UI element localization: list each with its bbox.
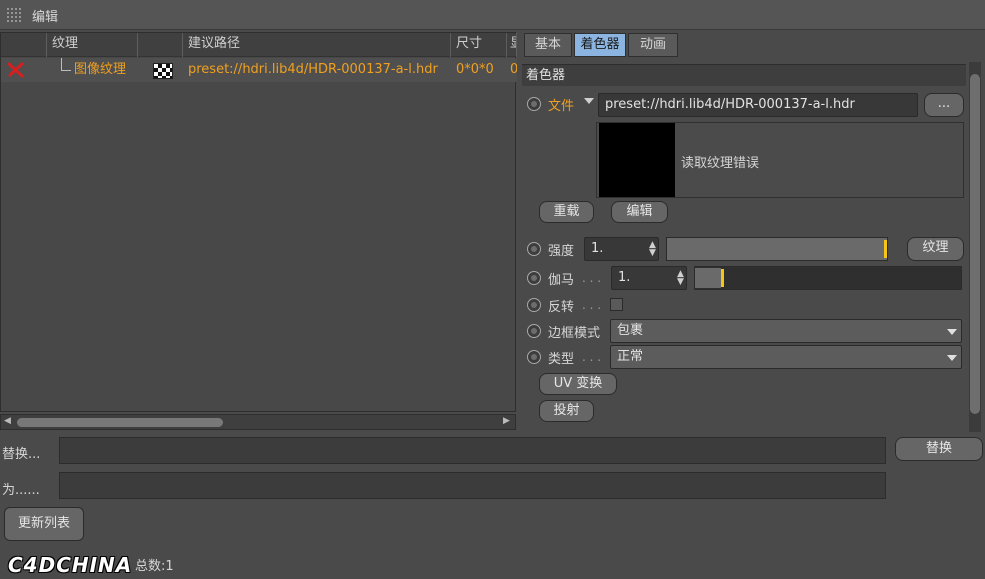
stepper-icon[interactable]: ▲ ▼ [677,270,684,287]
drag-grip-icon[interactable] [6,7,22,22]
texture-button[interactable]: 纹理 [907,237,964,261]
type-value: 正常 [617,349,644,364]
label-dots: . . . [582,298,602,312]
with-input[interactable] [59,472,886,499]
header-texture[interactable]: 纹理 [47,33,138,57]
projection-button[interactable]: 投射 [539,400,594,422]
header-extra[interactable]: 显 [507,33,517,57]
with-label: 为...... [2,483,40,498]
scroll-thumb[interactable] [17,418,223,427]
error-x-icon [7,62,24,78]
chevron-down-icon [947,329,957,335]
header-size[interactable]: 尺寸 [451,33,507,57]
texture-extra: 0 [510,62,517,77]
border-mode-value: 包裹 [617,323,644,338]
replace-input[interactable] [59,437,886,464]
refresh-list-button[interactable]: 更新列表 [4,507,84,541]
stepper-icon[interactable]: ▲ ▼ [649,241,656,258]
table-row[interactable]: 图像纹理 preset://hdri.lib4d/HDR-000137-a-l.… [1,58,517,82]
edit-button[interactable]: 编辑 [611,201,668,223]
preview-error-text: 读取纹理错误 [681,156,760,171]
file-label: 文件 [548,99,575,114]
invert-label: 反转 [548,300,575,315]
window-title: 编辑 [32,10,59,25]
file-dropdown-icon[interactable] [584,98,594,104]
gamma-input[interactable]: 1. [611,266,687,290]
animate-radio[interactable] [527,350,541,364]
uv-transform-button[interactable]: UV 变换 [539,373,617,395]
header-preview[interactable] [138,33,183,57]
animate-radio[interactable] [527,298,541,312]
slider-marker[interactable] [884,240,887,258]
replace-button[interactable]: 替换 [895,437,983,461]
texture-path: preset://hdri.lib4d/HDR-000137-a-l.hdr [188,62,438,77]
intensity-input[interactable]: 1. [584,237,659,261]
label-dots: . . . [582,271,602,285]
browse-button[interactable]: ... [924,93,964,117]
slider-fill [695,268,721,288]
tab-basic[interactable]: 基本 [524,33,572,57]
animate-radio[interactable] [527,271,541,285]
scroll-thumb[interactable] [970,74,980,414]
title-bar: 编辑 [0,0,985,30]
type-label: 类型 [548,352,575,367]
header-suggested-path[interactable]: 建议路径 [183,33,451,57]
texture-thumbnail [153,63,173,79]
reload-button[interactable]: 重载 [539,201,594,223]
table-header: 纹理 建议路径 尺寸 显 [1,33,517,57]
intensity-label: 强度 [548,244,575,259]
replace-label: 替换... [2,447,41,462]
vertical-scrollbar[interactable] [969,62,981,432]
tab-animation[interactable]: 动画 [628,33,678,57]
texture-name: 图像纹理 [74,62,127,77]
total-count: 总数:1 [135,559,174,574]
gamma-slider[interactable] [694,266,962,290]
scroll-right-icon[interactable]: ▶ [503,416,510,426]
tree-connector [61,58,71,71]
animate-radio[interactable] [527,242,541,256]
watermark-logo: C4DCHINA [8,553,133,577]
border-mode-label: 边框模式 [548,326,601,341]
border-mode-dropdown[interactable]: 包裹 [610,319,962,343]
type-dropdown[interactable]: 正常 [610,345,962,369]
tab-shader[interactable]: 着色器 [574,33,626,57]
texture-size: 0*0*0 [456,62,494,77]
gamma-label: 伽马 [548,273,575,288]
header-status[interactable] [1,33,47,57]
animate-radio[interactable] [527,97,541,111]
chevron-down-icon [947,355,957,361]
file-path-field[interactable]: preset://hdri.lib4d/HDR-000137-a-l.hdr [598,93,918,117]
texture-preview: 读取纹理错误 [596,122,964,198]
horizontal-scrollbar[interactable]: ◀ ▶ [0,414,516,430]
texture-table: 纹理 建议路径 尺寸 显 图像纹理 preset://hdri.lib4d/HD… [0,32,517,412]
section-title: 着色器 [522,64,966,86]
label-dots: . . . [582,350,602,364]
invert-checkbox[interactable] [610,298,623,311]
preview-image [599,123,675,197]
animate-radio[interactable] [527,324,541,338]
scroll-left-icon[interactable]: ◀ [4,416,11,426]
slider-marker[interactable] [721,269,724,287]
intensity-slider[interactable] [666,237,888,261]
